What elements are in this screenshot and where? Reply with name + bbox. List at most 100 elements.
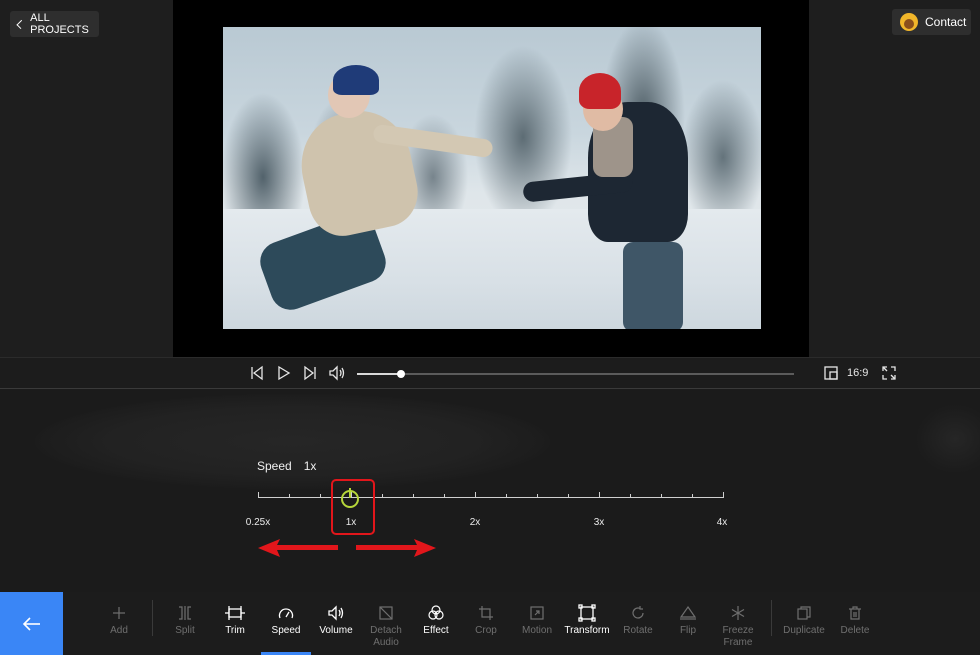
tool-detach-audio[interactable]: Detach Audio bbox=[361, 592, 411, 655]
video-editor-app: ALL PROJECTS Contact 16:9 Speed 1x 0.25x… bbox=[0, 0, 980, 655]
trim-icon bbox=[225, 605, 245, 621]
crop-icon bbox=[476, 605, 496, 621]
skip-forward-icon bbox=[304, 365, 316, 381]
speed-label-0-25x: 0.25x bbox=[245, 517, 271, 528]
tool-rotate-label: Rotate bbox=[623, 625, 653, 636]
speaker-icon bbox=[329, 365, 345, 381]
flip-icon bbox=[678, 605, 698, 621]
tool-motion[interactable]: Motion bbox=[512, 592, 562, 655]
all-projects-button[interactable]: ALL PROJECTS bbox=[10, 11, 99, 37]
edit-toolbar: Add Split Trim Speed Volume Detach Audio… bbox=[0, 592, 980, 655]
seek-progress bbox=[357, 373, 401, 375]
speed-scale-line bbox=[258, 497, 723, 498]
volume-button[interactable] bbox=[328, 365, 346, 381]
all-projects-label: ALL PROJECTS bbox=[30, 12, 89, 36]
tool-duplicate[interactable]: Duplicate bbox=[779, 592, 829, 655]
speed-scale-minor-tick bbox=[568, 494, 569, 498]
speed-scale-major-tick bbox=[723, 492, 724, 498]
skip-to-start-button[interactable] bbox=[249, 365, 265, 381]
effect-icon bbox=[426, 605, 446, 621]
contact-label: Contact bbox=[925, 15, 967, 29]
preview-area: ALL PROJECTS Contact bbox=[0, 0, 980, 357]
speed-scale-minor-tick bbox=[661, 494, 662, 498]
speed-slider-knob[interactable] bbox=[341, 488, 359, 508]
speed-scale-minor-tick bbox=[692, 494, 693, 498]
seek-thumb[interactable] bbox=[397, 370, 405, 378]
speed-scale-minor-tick bbox=[506, 494, 507, 498]
man-legs bbox=[623, 242, 683, 329]
speed-label-2x: 2x bbox=[469, 517, 481, 528]
woman-blue-hat bbox=[333, 65, 379, 95]
tool-flip[interactable]: Flip bbox=[663, 592, 713, 655]
tool-transform[interactable]: Transform bbox=[562, 592, 612, 655]
tool-flip-label: Flip bbox=[679, 625, 697, 636]
tool-transform-label: Transform bbox=[564, 625, 610, 636]
tool-trim-label: Trim bbox=[225, 625, 245, 636]
speed-panel: Speed 1x 0.25x 1x 2x 3x 4x bbox=[0, 389, 980, 592]
toolbar-divider bbox=[152, 600, 153, 636]
speed-scale-minor-tick bbox=[444, 494, 445, 498]
speed-current-value: 1x bbox=[303, 459, 317, 473]
tool-add[interactable]: Add bbox=[94, 592, 144, 655]
tool-delete-label: Delete bbox=[840, 625, 870, 636]
speed-title: Speed bbox=[257, 459, 292, 473]
tool-trim[interactable]: Trim bbox=[210, 592, 260, 655]
speed-scale-minor-tick bbox=[630, 494, 631, 498]
speed-header: Speed 1x bbox=[257, 459, 316, 473]
speed-scale-major-tick bbox=[258, 492, 259, 498]
speed-scale-minor-tick bbox=[413, 494, 414, 498]
transform-icon bbox=[577, 604, 597, 622]
timeline-placeholder bbox=[35, 394, 550, 489]
fullscreen-icon bbox=[882, 366, 896, 380]
tool-volume-label: Volume bbox=[319, 625, 353, 636]
tool-freeze-frame[interactable]: Freeze Frame bbox=[713, 592, 763, 655]
tool-split-label: Split bbox=[175, 625, 195, 636]
detach-audio-icon bbox=[376, 605, 396, 621]
speed-scale-minor-tick bbox=[537, 494, 538, 498]
aspect-ratio-icon bbox=[824, 366, 838, 380]
tool-detach-audio-label: Detach Audio bbox=[370, 625, 402, 648]
speed-scale-minor-tick bbox=[289, 494, 290, 498]
tool-rotate[interactable]: Rotate bbox=[613, 592, 663, 655]
tool-motion-label: Motion bbox=[521, 625, 552, 636]
speed-scale-major-tick bbox=[599, 492, 600, 498]
speed-slider-scale[interactable] bbox=[258, 492, 724, 502]
video-preview-frame[interactable] bbox=[223, 27, 761, 329]
volume-icon bbox=[326, 605, 346, 621]
man-red-hat bbox=[579, 73, 621, 109]
toolbar-divider bbox=[771, 600, 772, 636]
tool-speed[interactable]: Speed bbox=[261, 592, 311, 655]
contact-button[interactable]: Contact bbox=[892, 9, 971, 35]
fullscreen-button[interactable] bbox=[881, 365, 897, 381]
tool-effect[interactable]: Effect bbox=[411, 592, 461, 655]
tool-add-label: Add bbox=[110, 625, 128, 636]
tool-split[interactable]: Split bbox=[160, 592, 210, 655]
duplicate-icon bbox=[794, 605, 814, 621]
timeline-placeholder-right bbox=[915, 404, 980, 474]
tool-volume[interactable]: Volume bbox=[311, 592, 361, 655]
speed-scale-minor-tick bbox=[382, 494, 383, 498]
seek-slider[interactable] bbox=[357, 370, 794, 378]
tool-crop[interactable]: Crop bbox=[461, 592, 511, 655]
play-icon bbox=[278, 365, 291, 381]
speed-icon bbox=[276, 605, 296, 621]
chevron-left-icon bbox=[16, 19, 26, 30]
speed-scale-minor-tick bbox=[320, 494, 321, 498]
aspect-ratio-label[interactable]: 16:9 bbox=[847, 367, 868, 379]
skip-back-icon bbox=[251, 365, 263, 381]
tool-delete[interactable]: Delete bbox=[830, 592, 880, 655]
aspect-ratio-button[interactable] bbox=[823, 365, 839, 381]
speed-scale-major-tick bbox=[475, 492, 476, 498]
tool-speed-label: Speed bbox=[271, 625, 301, 636]
support-avatar-icon bbox=[900, 13, 918, 31]
split-icon bbox=[175, 605, 195, 621]
arrow-left-icon bbox=[22, 616, 40, 631]
skip-to-end-button[interactable] bbox=[302, 365, 318, 381]
rotate-icon bbox=[628, 605, 648, 621]
back-button[interactable] bbox=[0, 592, 63, 655]
trash-icon bbox=[845, 605, 865, 621]
play-button[interactable] bbox=[276, 365, 292, 381]
tool-freeze-frame-label: Freeze Frame bbox=[722, 625, 754, 648]
speed-label-3x: 3x bbox=[593, 517, 605, 528]
speed-label-4x: 4x bbox=[716, 517, 728, 528]
